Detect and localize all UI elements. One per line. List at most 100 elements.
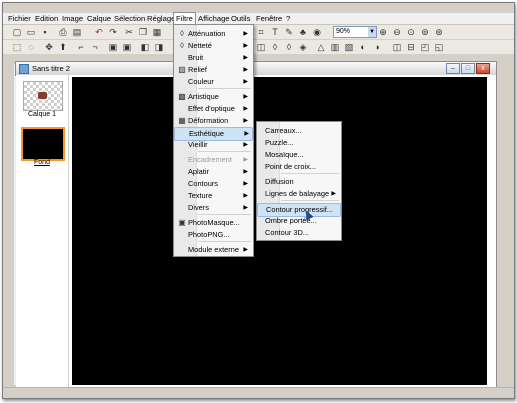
layer-thumb-calque-1[interactable] <box>23 81 63 111</box>
palette-icon: ▩ <box>178 92 186 101</box>
text-tool-icon[interactable]: T <box>269 26 281 38</box>
zoom-out-icon[interactable]: ⊖ <box>391 26 403 38</box>
select-lasso-icon[interactable]: ◌ <box>25 41 37 53</box>
menu-item-vieillir[interactable]: Vieillir ▶ <box>174 139 251 151</box>
flip-v-icon[interactable]: ⊟ <box>405 41 417 53</box>
menu-item-label: Couleur <box>188 77 214 86</box>
zoom-actual-icon[interactable]: ⊙ <box>405 26 417 38</box>
menu-selection[interactable]: Sélection <box>112 13 147 24</box>
zoom-in-icon[interactable]: ⊕ <box>377 26 389 38</box>
submenu-item-lignes-de-balayage[interactable]: Lignes de balayage ▶ <box>257 188 339 200</box>
back-icon[interactable]: ▣ <box>121 41 133 53</box>
menu-item-texture[interactable]: Texture ▶ <box>174 190 251 202</box>
status-bar <box>3 387 514 398</box>
redo-icon[interactable]: ↷ <box>107 26 119 38</box>
submenu-item-carreaux[interactable]: Carreaux... <box>257 125 339 137</box>
menu-separator <box>198 214 251 215</box>
contrast-icon[interactable]: ◐ <box>357 41 369 53</box>
menu-item-deformation[interactable]: ▦ Déformation ▶ <box>174 115 251 127</box>
submenu-item-diffusion[interactable]: Diffusion <box>257 176 339 188</box>
menu-item-artistique[interactable]: ▩ Artistique ▶ <box>174 91 251 103</box>
app-window: Fichier Edition Image Calque Sélection R… <box>2 2 515 399</box>
open-file-icon[interactable]: ▭ <box>25 26 37 38</box>
align-right-icon[interactable]: ¬ <box>89 41 101 53</box>
brightness-icon[interactable]: ◑ <box>371 41 383 53</box>
levels-icon[interactable]: ◫ <box>255 41 267 53</box>
layer-label-fond: Fond <box>34 159 50 166</box>
close-icon[interactable]: x <box>476 63 490 74</box>
drop-fill-icon[interactable]: ◈ <box>297 41 309 53</box>
align-left-icon[interactable]: ⌐ <box>75 41 87 53</box>
crop-icon[interactable]: ⌗ <box>255 26 267 38</box>
menu-item-label: Artistique <box>188 92 219 101</box>
menu-item-photopng[interactable]: PhotoPNG... <box>174 229 251 241</box>
copy-icon[interactable]: ❐ <box>137 26 149 38</box>
menu-item-label: Encadrement <box>188 155 232 164</box>
menu-item-contours[interactable]: Contours ▶ <box>174 178 251 190</box>
undo-icon[interactable]: ↶ <box>93 26 105 38</box>
menu-edition[interactable]: Edition <box>33 13 60 24</box>
menu-item-module-externe[interactable]: Module externe ▶ <box>174 244 251 256</box>
select-rect-icon[interactable]: ⬚ <box>11 41 23 53</box>
print-icon[interactable]: ⎙ <box>57 26 69 38</box>
sharpen-icon[interactable]: ◊ <box>283 41 295 53</box>
zoom-fit-icon[interactable]: ⊚ <box>419 26 431 38</box>
resize-icon[interactable]: ◱ <box>433 41 445 53</box>
submenu-item-puzzle[interactable]: Puzzle... <box>257 137 339 149</box>
menu-item-encadrement: Encadrement ▶ <box>174 154 251 166</box>
submenu-item-label: Contour 3D... <box>265 228 309 237</box>
layer-up-icon[interactable]: ◧ <box>139 41 151 53</box>
menu-item-photomasque[interactable]: ▣ PhotoMasque... <box>174 217 251 229</box>
maximize-icon[interactable]: □ <box>461 63 475 74</box>
stamp-tool-icon[interactable]: ♣ <box>297 26 309 38</box>
submenu-item-ombre-portee[interactable]: Ombre portée... <box>257 215 339 227</box>
cut-icon[interactable]: ✂ <box>123 26 135 38</box>
menu-item-bruit[interactable]: Bruit ▶ <box>174 52 251 64</box>
zoom-custom-icon[interactable]: ⊛ <box>433 26 445 38</box>
brush-tool-icon[interactable]: ✎ <box>283 26 295 38</box>
save-icon[interactable]: ▪ <box>39 26 51 38</box>
rgb-icon[interactable]: ▥ <box>329 41 341 53</box>
chevron-right-icon: ▶ <box>243 169 248 175</box>
menu-item-couleur[interactable]: Couleur ▶ <box>174 76 251 88</box>
menu-fichier[interactable]: Fichier <box>6 13 33 24</box>
layer-label-calque-1: Calque 1 <box>27 111 57 118</box>
submenu-item-label: Puzzle... <box>265 138 294 147</box>
scan-icon[interactable]: ▤ <box>71 26 83 38</box>
menu-item-nettete[interactable]: ◊ Netteté ▶ <box>174 40 251 52</box>
hue-icon[interactable]: ▧ <box>343 41 355 53</box>
flip-h-icon[interactable]: ◫ <box>391 41 403 53</box>
menu-item-label: Divers <box>188 203 209 212</box>
rotate-icon[interactable]: ◰ <box>419 41 431 53</box>
color-picker-icon[interactable]: ◉ <box>311 26 323 38</box>
drop-icon[interactable]: ◊ <box>269 41 281 53</box>
menu-affichage[interactable]: Affichage <box>196 13 232 24</box>
layer-down-icon[interactable]: ◨ <box>153 41 165 53</box>
paste-icon[interactable]: ▦ <box>151 26 163 38</box>
menu-item-attenuation[interactable]: ◊ Atténuation ▶ <box>174 28 251 40</box>
menu-item-relief[interactable]: ▨ Relief ▶ <box>174 64 251 76</box>
menu-outils[interactable]: Outils <box>229 13 252 24</box>
menu-item-effet-d-optique[interactable]: Effet d'optique ▶ <box>174 103 251 115</box>
triangle-icon[interactable]: △ <box>315 41 327 53</box>
chevron-right-icon: ▶ <box>243 193 248 199</box>
menu-item-label: Atténuation <box>188 29 226 38</box>
minimize-icon[interactable]: – <box>446 63 460 74</box>
menu-help[interactable]: ? <box>284 13 292 24</box>
new-file-icon[interactable]: ▢ <box>11 26 23 38</box>
photomask-icon: ▣ <box>178 218 186 227</box>
submenu-item-mosaique[interactable]: Mosaïque... <box>257 149 339 161</box>
submenu-item-point-de-croix[interactable]: Point de croix... <box>257 161 339 173</box>
menu-image[interactable]: Image <box>60 13 85 24</box>
zoom-combo[interactable]: 90% ▼ <box>333 26 377 38</box>
submenu-item-contour-3d[interactable]: Contour 3D... <box>257 227 339 239</box>
menu-calque[interactable]: Calque <box>85 13 113 24</box>
menu-item-divers[interactable]: Divers ▶ <box>174 202 251 214</box>
chevron-down-icon[interactable]: ▼ <box>368 27 376 37</box>
layer-thumb-fond[interactable] <box>21 127 65 161</box>
arrange-icon[interactable]: ⬆ <box>57 41 69 53</box>
menu-item-aplatir[interactable]: Aplatir ▶ <box>174 166 251 178</box>
front-icon[interactable]: ▣ <box>107 41 119 53</box>
move-icon[interactable]: ✥ <box>43 41 55 53</box>
menu-fenetre[interactable]: Fenêtre <box>254 13 284 24</box>
